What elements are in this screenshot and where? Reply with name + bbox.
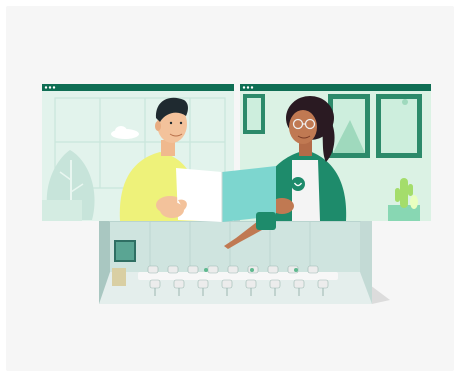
browser-window-icon — [240, 84, 431, 91]
conference-table — [138, 272, 338, 280]
heart-badge-icon — [291, 177, 305, 191]
browser-window-icon — [42, 84, 234, 91]
video-call-illustration — [42, 84, 431, 304]
conference-room — [99, 212, 390, 304]
plant-icon — [410, 195, 418, 209]
